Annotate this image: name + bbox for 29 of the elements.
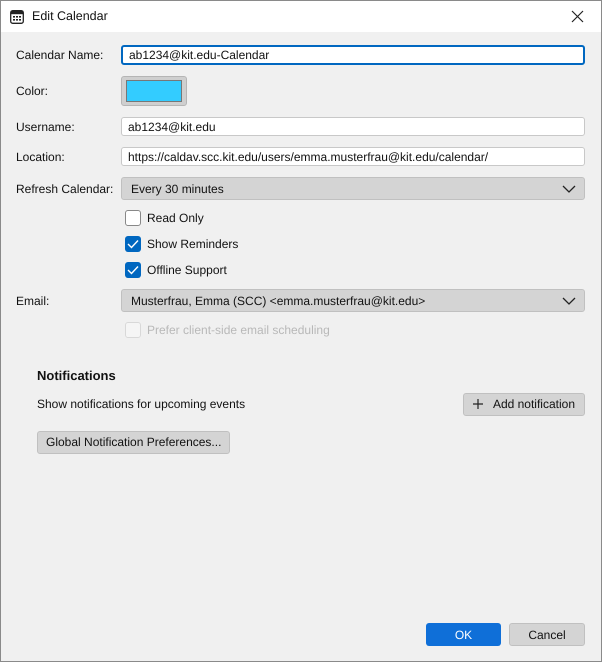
- dropdown[interactable]: Musterfrau, Emma (SCC) <emma.musterfrau@kit.edu>: [121, 289, 585, 312]
- checkbox[interactable]: Read Only: [125, 209, 204, 227]
- global-preferences-button[interactable]: Global Notification Preferences...: [37, 430, 230, 454]
- field-label: Username:: [16, 118, 76, 136]
- window-title: Edit Calendar: [32, 8, 108, 26]
- field-label: Location:: [16, 148, 66, 166]
- chevron-down-icon: [562, 296, 576, 304]
- text-field[interactable]: ab1234@kit.edu-Calendar: [121, 45, 585, 65]
- dropdown[interactable]: Every 30 minutes: [121, 177, 585, 200]
- calendar-icon: [10, 10, 24, 24]
- checkmark-icon: [127, 239, 139, 249]
- dialog-button[interactable]: Cancel: [509, 623, 585, 646]
- checkmark-icon: [127, 265, 139, 275]
- field-label: Color:: [16, 83, 50, 100]
- section-heading: Notifications: [37, 367, 117, 385]
- field-label: Email:: [16, 292, 50, 310]
- description-text: Show notifications for upcoming events: [37, 396, 246, 413]
- add-notification-button[interactable]: Add notification: [462, 392, 585, 416]
- dialog-button[interactable]: OK: [426, 623, 501, 646]
- checkbox[interactable]: Offline Support: [125, 261, 227, 279]
- text-field[interactable]: ab1234@kit.edu: [121, 117, 585, 136]
- plus-icon: [472, 399, 483, 409]
- field-label: Calendar Name:: [16, 47, 104, 64]
- close-icon: [570, 10, 584, 23]
- color-picker-button[interactable]: [121, 76, 187, 106]
- chevron-down-icon: [562, 184, 576, 192]
- field-label: Refresh Calendar:: [16, 180, 114, 198]
- checkbox[interactable]: Show Reminders: [125, 235, 238, 253]
- text-field[interactable]: https://caldav.scc.kit.edu/users/emma.musterfrau@kit.edu/calendar/: [121, 147, 585, 166]
